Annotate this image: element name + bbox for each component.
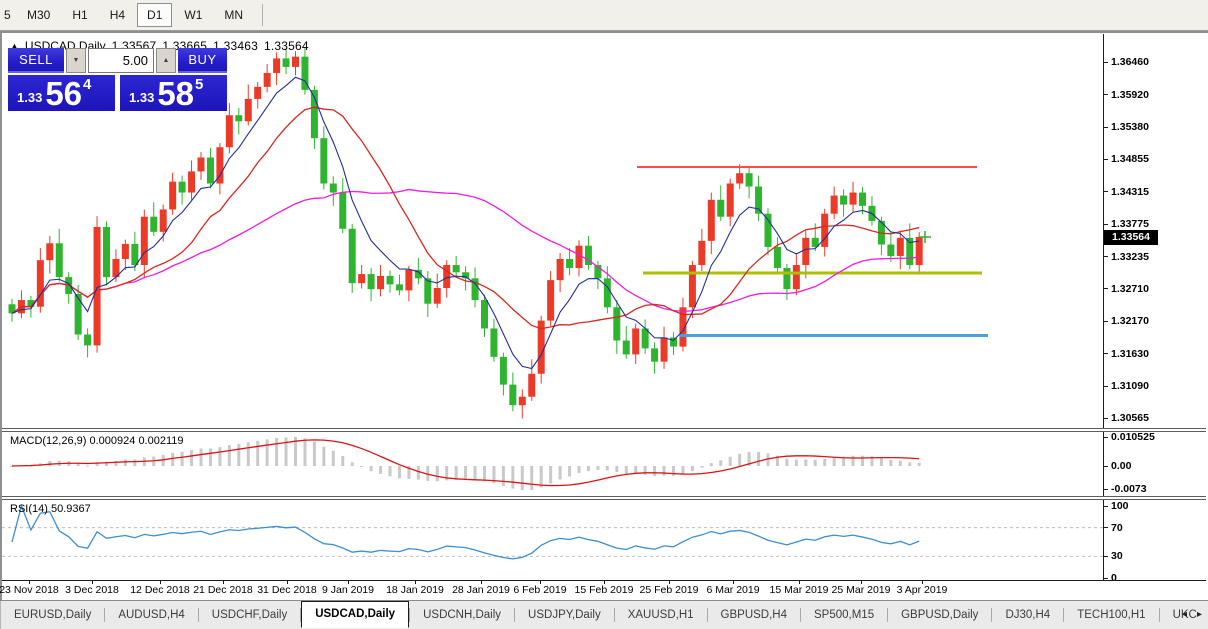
rsi-axis-label: 70: [1104, 521, 1123, 535]
volume-input[interactable]: 5.00: [88, 48, 154, 73]
sell-price-big: 56: [45, 80, 82, 108]
rsi-axis-label: 0: [1104, 571, 1117, 585]
macd-value-main: 0.000924: [89, 435, 135, 447]
tab-audusd-h4[interactable]: AUDUSD,H4: [105, 604, 197, 626]
price-axis-label: 1.34315: [1104, 185, 1149, 199]
sell-price-pip: 4: [83, 76, 91, 93]
timeframe-toolbar: 5M30H1H4D1W1MN: [0, 0, 1208, 31]
macd-axis-label: 0.010525: [1104, 430, 1155, 444]
tab-dj30-h4[interactable]: DJ30,H4: [992, 604, 1063, 626]
sell-price-button[interactable]: 1.33 56 4: [8, 75, 115, 111]
tab-eurusd-daily[interactable]: EURUSD,Daily: [1, 604, 104, 626]
price-axis-label: 1.36460: [1104, 55, 1149, 69]
price-axis-label: 1.30565: [1104, 411, 1149, 425]
rsi-value: 50.9367: [51, 503, 91, 515]
macd-name: MACD(12,26,9): [10, 435, 86, 447]
ohlc-close: 1.33564: [264, 39, 309, 53]
rsi-axis-label: 100: [1104, 499, 1129, 513]
chart-tab-bar: EURUSD,DailyAUDUSD,H4USDCHF,DailyUSDCAD,…: [0, 600, 1208, 629]
tabs-scroll-right-icon[interactable]: ▸: [1197, 609, 1202, 620]
timeframe-button-H1[interactable]: H1: [62, 3, 97, 27]
tab-sp500-m15[interactable]: SP500,M15: [801, 604, 887, 626]
rsi-axis-label: 30: [1104, 549, 1123, 563]
timeframe-button-W1[interactable]: W1: [174, 3, 212, 27]
volume-increase-button[interactable]: ▲: [156, 48, 176, 73]
tab-usdcnh-daily[interactable]: USDCNH,Daily: [410, 604, 514, 626]
buy-button[interactable]: BUY: [178, 48, 227, 73]
price-axis-label: 1.32710: [1104, 282, 1149, 296]
buy-price-pip: 5: [195, 76, 203, 93]
buy-price-button[interactable]: 1.33 58 5: [120, 75, 227, 111]
price-axis-label: 1.31630: [1104, 347, 1149, 361]
price-axis-label: 1.35380: [1104, 120, 1149, 134]
buy-price-big: 58: [157, 80, 194, 108]
tabs-scroll-left-icon[interactable]: ◂: [1182, 609, 1187, 620]
sell-button[interactable]: SELL: [8, 48, 64, 73]
arrow-down-icon: ▼: [73, 57, 80, 64]
macd-value-signal: 0.002119: [138, 435, 183, 447]
sell-price-prefix: 1.33: [17, 90, 42, 105]
timeframe-button-M30[interactable]: M30: [17, 3, 60, 27]
price-axis-label: 1.35920: [1104, 88, 1149, 102]
price-axis-label: 1.33235: [1104, 250, 1149, 264]
current-price-badge: 1.33564: [1104, 230, 1158, 245]
toolbar-separator: [262, 4, 263, 26]
rsi-label: RSI(14) 50.9367: [10, 503, 91, 515]
buy-price-prefix: 1.33: [129, 90, 154, 105]
timeframe-button-D1[interactable]: D1: [137, 3, 172, 27]
tab-gbpusd-h4[interactable]: GBPUSD,H4: [708, 604, 800, 626]
tab-gbpusd-daily[interactable]: GBPUSD,Daily: [888, 604, 991, 626]
tab-tech100-h1[interactable]: TECH100,H1: [1064, 604, 1158, 626]
tab-xauusd-h1[interactable]: XAUUSD,H1: [615, 604, 707, 626]
macd-axis-label: -0.0073: [1104, 482, 1147, 496]
timeframe-button-MN[interactable]: MN: [214, 3, 253, 27]
tab-usdcad-daily[interactable]: USDCAD,Daily: [301, 601, 409, 628]
one-click-trade-panel: SELL ▼ 5.00 ▲ BUY 1.33 56 4 1.33 58 5: [8, 48, 227, 113]
timeframe-button-H4[interactable]: H4: [100, 3, 135, 27]
timeframe-buttons: 5M30H1H4D1W1MN: [0, 3, 254, 27]
price-axis-label: 1.32170: [1104, 314, 1149, 328]
date-axis-label: 3 Apr 2019: [880, 584, 964, 596]
trading-platform-window: 5M30H1H4D1W1MN ▲ USDCAD,Daily 1.33567 1.…: [0, 0, 1208, 629]
macd-axis-label: 0.00: [1104, 459, 1131, 473]
price-axis-label: 1.31090: [1104, 379, 1149, 393]
price-axis-label: 1.34855: [1104, 152, 1149, 166]
timeframe-button-5[interactable]: 5: [1, 3, 15, 27]
chart-tabs: EURUSD,DailyAUDUSD,H4USDCHF,DailyUSDCAD,…: [1, 601, 1208, 629]
macd-label: MACD(12,26,9) 0.000924 0.002119: [10, 435, 184, 447]
tab-usdjpy-daily[interactable]: USDJPY,Daily: [515, 604, 614, 626]
rsi-indicator-pane[interactable]: [2, 500, 1103, 578]
tab-usdchf-daily[interactable]: USDCHF,Daily: [199, 604, 300, 626]
volume-decrease-button[interactable]: ▼: [66, 48, 86, 73]
arrow-up-icon: ▲: [163, 57, 170, 64]
rsi-name: RSI(14): [10, 503, 48, 515]
